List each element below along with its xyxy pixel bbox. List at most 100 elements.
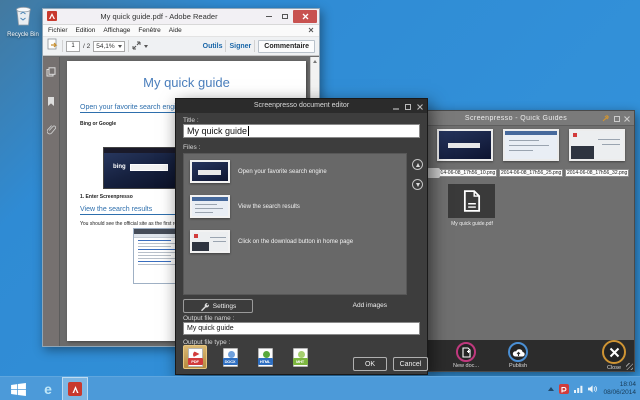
publish-button[interactable]: Publish [496,342,540,369]
menu-fenetre[interactable]: Fenêtre [138,27,160,34]
new-doc-label: New doc... [444,363,488,369]
adobe-titlebar[interactable]: My quick guide.pdf - Adobe Reader [43,9,319,25]
ok-button[interactable]: OK [353,357,387,371]
quick-guides-titlebar[interactable]: Screenpresso - Quick Guides [426,111,634,126]
send-file-icon[interactable] [47,37,59,55]
bookmarks-icon[interactable] [47,93,55,111]
network-icon[interactable] [574,380,583,398]
settings-button[interactable]: Settings [183,299,253,313]
capture-item[interactable]: 2014-06-08_17h56_25.png [499,129,562,179]
capture-thumbnails: 2014-06-08_17h56_10.png 2014-06-08_17h56… [433,129,628,179]
adobe-reader-taskbar-button[interactable] [62,377,88,400]
document-icon [463,190,481,212]
minimize-button[interactable] [393,97,399,115]
scroll-up-icon [313,60,317,63]
clock-time: 18:04 [620,381,636,388]
move-down-button[interactable] [412,179,423,190]
start-button[interactable] [5,377,31,400]
add-images-button[interactable]: Add images [353,302,387,309]
capture-thumbnail-2[interactable] [503,129,559,161]
menu-edition[interactable]: Edition [76,27,96,34]
html-type-button[interactable]: HTML [253,345,277,369]
tools-button[interactable]: Outils [203,43,223,50]
quick-guides-title: Screenpresso - Quick Guides [430,115,602,122]
page-number-input[interactable]: 1 [66,41,80,52]
new-doc-button[interactable]: New doc... [444,342,488,369]
close-button[interactable] [624,109,630,127]
cancel-button[interactable]: Cancel [393,357,428,371]
chevron-down-icon[interactable] [144,45,148,48]
comment-button[interactable]: Commentaire [258,40,315,53]
output-name-input[interactable]: My quick guide [183,322,420,335]
publish-label: Publish [496,363,540,369]
capture-thumbnail-1[interactable] [437,129,493,161]
pdf-type-button[interactable]: PDF [183,345,207,369]
zoom-level-dropdown[interactable]: 54,1% [93,41,124,52]
desktop: Recycle Bin My quick guide.pdf - Adobe R… [0,0,640,400]
recycle-bin-label: Recycle Bin [3,32,43,38]
close-button[interactable] [293,10,317,23]
pdf-doc-title: My quick guide [67,75,306,90]
fullscreen-icon[interactable] [132,37,141,55]
mht-file-icon: MHT [293,348,308,367]
move-up-icon [416,163,420,167]
adobe-sidebar [43,57,60,346]
capture-filename-1: 2014-06-08_17h56_10.png [433,169,497,177]
file-list-item[interactable]: Open your favorite search engine [184,154,406,189]
editor-title: Screenpresso document editor [176,99,427,113]
move-up-button[interactable] [412,159,423,170]
resize-grip[interactable] [626,363,633,370]
sign-button[interactable]: Signer [229,43,251,50]
capture-item[interactable]: 2014-06-08_17h56_10.png [433,129,496,179]
recycle-bin[interactable]: Recycle Bin [3,4,43,38]
tray-expand-icon[interactable] [548,387,554,391]
capture-thumbnail-3[interactable] [569,129,625,161]
file-list-item[interactable]: Click on the download button in home pag… [184,224,406,259]
files-list-label: Files : [183,144,200,151]
generated-pdf-tile[interactable] [448,184,495,218]
mht-type-button[interactable]: MHT [288,345,312,369]
capture-filename-2: 2014-06-08_17h56_25.png [499,169,563,177]
maximize-button[interactable] [614,109,620,127]
menu-affichage[interactable]: Affichage [103,27,130,34]
maximize-button[interactable] [405,97,411,115]
page-thumbnails-icon[interactable] [46,64,56,82]
toolbar-divider [225,40,226,52]
quick-guides-bottom-bar: New doc... Publish Close [426,340,634,371]
close-x-icon [609,347,620,358]
docx-file-icon: DOCX [223,348,238,367]
volume-icon[interactable] [588,380,598,398]
recycle-bin-icon [14,13,33,30]
output-name-label: Output file name : [183,315,234,322]
chevron-down-icon [118,45,122,48]
file-thumbnail-1 [190,160,230,183]
clock[interactable]: 18:04 08/06/2014 [603,381,636,397]
bing-search-bar [130,164,168,171]
maximize-button[interactable] [277,11,292,23]
screenpresso-tray-icon[interactable] [559,384,569,394]
document-close-icon[interactable] [308,27,314,35]
adobe-window-title: My quick guide.pdf - Adobe Reader [57,12,261,21]
capture-item[interactable]: 2014-06-08_17h56_32.png [565,129,628,179]
move-down-icon [416,183,420,187]
editor-titlebar[interactable]: Screenpresso document editor [176,99,427,113]
menu-fichier[interactable]: Fichier [48,27,68,34]
close-icon [417,104,423,110]
taskbar: e 18:04 08/06/2014 [0,376,640,400]
zoom-level-value: 54,1% [96,43,114,50]
close-button[interactable] [417,97,423,115]
internet-explorer-button[interactable]: e [36,377,60,400]
pdf-step-1: 1. Enter Screenpresso [80,194,133,200]
attachments-icon[interactable] [47,122,56,140]
pin-icon[interactable] [602,109,610,127]
docx-type-button[interactable]: DOCX [218,345,242,369]
ie-icon: e [44,381,52,397]
pdf-file-icon: PDF [188,348,203,367]
title-input[interactable]: My quick guide [183,124,420,138]
menu-aide[interactable]: Aide [169,27,182,34]
close-icon [624,116,630,122]
settings-label: Settings [213,303,237,310]
file-list-item[interactable]: View the search results [184,189,406,224]
adobe-reader-taskbar-icon [68,382,82,396]
minimize-button[interactable] [261,11,276,23]
